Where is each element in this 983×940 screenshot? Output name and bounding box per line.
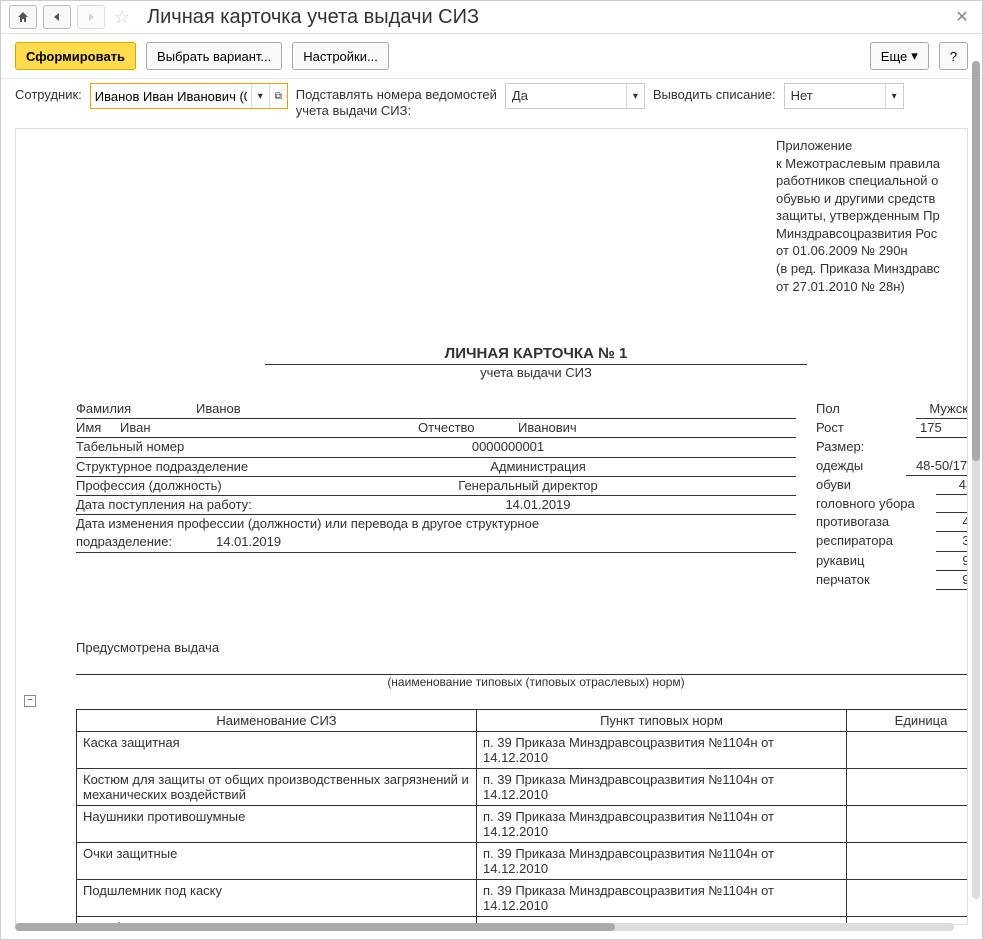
window-title: Личная карточка учета выдачи СИЗ	[147, 6, 944, 29]
issue-label: Предусмотрена выдача	[76, 640, 219, 655]
titlebar: ☆ Личная карточка учета выдачи СИЗ ✕	[1, 1, 982, 34]
scroll-thumb[interactable]	[972, 61, 980, 461]
params-bar: Сотрудник: ▾ ⧉ Подставлять номера ведомо…	[1, 79, 982, 128]
employee-input-combo[interactable]: ▾ ⧉	[90, 83, 288, 109]
table-row: Наушники противошумныеп. 39 Приказа Минз…	[77, 805, 969, 842]
col-unit: Единица	[847, 709, 969, 731]
arrow-left-icon	[51, 11, 63, 23]
writeoff-dropdown-button[interactable]: ▾	[885, 84, 903, 108]
close-button[interactable]: ✕	[950, 5, 974, 29]
close-icon: ✕	[955, 7, 968, 27]
info-block: ФамилияИванов ИмяИванОтчествоИванович Та…	[76, 400, 968, 590]
form-button[interactable]: Сформировать	[15, 42, 136, 70]
card-header: ЛИЧНАЯ КАРТОЧКА № 1 учета выдачи СИЗ	[76, 345, 968, 380]
table-row: Подшлемник под каскуп. 39 Приказа Минздр…	[77, 879, 969, 916]
attachment-text: Приложение к Межотраслевым правила работ…	[776, 137, 968, 295]
employee-input[interactable]	[91, 84, 251, 108]
toolbar: Сформировать Выбрать вариант... Настройк…	[1, 34, 982, 79]
favorite-star-icon[interactable]: ☆	[111, 6, 133, 28]
home-button[interactable]	[9, 5, 37, 29]
employee-label: Сотрудник:	[15, 83, 82, 102]
writeoff-select[interactable]: Нет ▾	[784, 83, 904, 109]
employee-info: ФамилияИванов ИмяИванОтчествоИванович Та…	[76, 400, 796, 590]
help-button[interactable]: ?	[939, 42, 968, 70]
home-icon	[16, 10, 30, 24]
report-content: − Приложение к Межотраслевым правила раб…	[16, 137, 968, 925]
open-icon: ⧉	[275, 91, 282, 102]
employee-dropdown-button[interactable]: ▾	[251, 84, 269, 108]
subst-select[interactable]: Да ▾	[505, 83, 645, 109]
table-row: Очки защитныеп. 39 Приказа Минздравсоцра…	[77, 842, 969, 879]
card-subtitle: учета выдачи СИЗ	[76, 365, 968, 380]
report-area[interactable]: − Приложение к Межотраслевым правила раб…	[15, 128, 968, 925]
table-row: Костюм для защиты от общих производствен…	[77, 768, 969, 805]
scroll-thumb[interactable]	[15, 923, 615, 931]
siz-table: Наименование СИЗ Пункт типовых норм Един…	[76, 709, 968, 925]
more-button[interactable]: Еще ▾	[870, 42, 929, 70]
forward-button[interactable]	[77, 5, 105, 29]
chevron-down-icon: ▾	[627, 87, 644, 106]
chevron-down-icon: ▾	[886, 87, 903, 106]
more-label: Еще	[881, 49, 907, 64]
issue-block: Предусмотрена выдача (наименование типов…	[76, 640, 968, 689]
chevron-down-icon: ▾	[911, 48, 918, 64]
col-norm: Пункт типовых норм	[477, 709, 847, 731]
back-button[interactable]	[43, 5, 71, 29]
settings-button[interactable]: Настройки...	[292, 42, 389, 70]
collapse-marker[interactable]: −	[24, 695, 36, 707]
col-name: Наименование СИЗ	[77, 709, 477, 731]
subst-dropdown-button[interactable]: ▾	[626, 84, 644, 108]
subst-value: Да	[506, 84, 626, 108]
subst-label: Подставлять номера ведомостей учета выда…	[296, 83, 497, 118]
employee-open-button[interactable]: ⧉	[269, 84, 287, 108]
sizes-info: ПолМужской Рост175 Размер: одежды48-50/1…	[816, 400, 968, 590]
chevron-down-icon: ▾	[258, 91, 263, 102]
table-row: Каска защитнаяп. 39 Приказа Минздравсоцр…	[77, 731, 969, 768]
writeoff-label: Выводить списание:	[653, 83, 776, 102]
horizontal-scrollbar[interactable]	[15, 923, 954, 931]
variant-button[interactable]: Выбрать вариант...	[146, 42, 282, 70]
issue-note: (наименование типовых (типовых отраслевы…	[76, 675, 968, 689]
writeoff-value: Нет	[785, 84, 885, 108]
card-title: ЛИЧНАЯ КАРТОЧКА № 1	[265, 345, 808, 365]
vertical-scrollbar[interactable]	[972, 61, 980, 899]
arrow-right-icon	[85, 11, 97, 23]
